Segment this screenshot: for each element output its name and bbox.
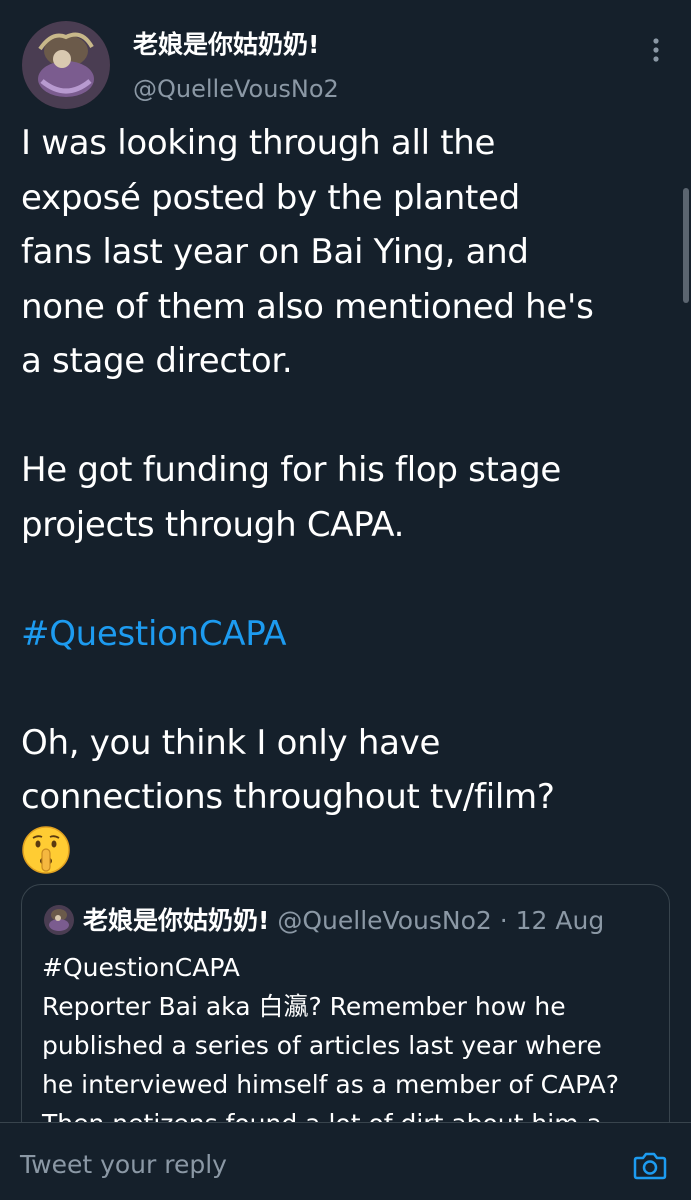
reply-bar: Tweet your reply bbox=[0, 1122, 691, 1200]
tweet-line: projects through CAPA. bbox=[21, 504, 405, 545]
tweet-line: He got funding for his flop stage bbox=[21, 450, 562, 490]
more-vertical-icon bbox=[653, 38, 659, 62]
camera-icon bbox=[633, 1152, 667, 1180]
tweet-line: Oh, you think I only have bbox=[21, 722, 441, 763]
tweet-text: I was looking through all the exposé pos… bbox=[21, 116, 681, 883]
quoted-display-name: 老娘是你姑奶奶! bbox=[83, 906, 270, 935]
quoted-date: 12 Aug bbox=[515, 906, 605, 935]
emoji-line bbox=[21, 825, 681, 884]
tweet-line: exposé posted by the planted bbox=[21, 177, 520, 218]
tweet-line: none of them also mentioned he's bbox=[21, 286, 594, 327]
quoted-handle: @QuelleVousNo2 bbox=[277, 906, 492, 935]
tweet-line: connections throughout tv/film? bbox=[21, 777, 555, 817]
avatar[interactable] bbox=[22, 21, 110, 109]
quoted-line: Reporter Bai aka 白瀛? Remember how he bbox=[42, 992, 566, 1021]
avatar-image bbox=[22, 21, 110, 109]
quoted-avatar bbox=[44, 905, 74, 935]
separator-dot: · bbox=[499, 906, 508, 935]
camera-button[interactable] bbox=[630, 1145, 670, 1185]
avatar-image bbox=[44, 905, 74, 935]
quoted-tweet-header: 老娘是你姑奶奶! @QuelleVousNo2 · 12 Aug bbox=[83, 903, 604, 939]
more-options-button[interactable] bbox=[636, 30, 676, 70]
author-display-name[interactable]: 老娘是你姑奶奶! bbox=[133, 28, 319, 62]
tweet-line: fans last year on Bai Ying, and bbox=[21, 232, 529, 272]
tweet-line: a stage director. bbox=[21, 341, 293, 381]
tweet-detail-screen: 老娘是你姑奶奶! @QuelleVousNo2 I was looking th… bbox=[0, 0, 691, 1200]
tweet-line: I was looking through all the bbox=[21, 123, 496, 163]
quoted-line: he interviewed himself as a member of CA… bbox=[42, 1070, 620, 1099]
quoted-tweet-text: #QuestionCAPA Reporter Bai aka 白瀛? Remem… bbox=[42, 948, 662, 1143]
hashtag-link[interactable]: #QuestionCAPA bbox=[21, 607, 681, 662]
shushing-face-emoji-icon bbox=[21, 825, 71, 875]
scrollbar[interactable] bbox=[683, 188, 689, 303]
author-handle[interactable]: @QuelleVousNo2 bbox=[133, 72, 339, 106]
reply-input[interactable]: Tweet your reply bbox=[20, 1145, 600, 1185]
quoted-line: published a series of articles last year… bbox=[42, 1031, 602, 1060]
quoted-line: #QuestionCAPA bbox=[42, 953, 240, 982]
